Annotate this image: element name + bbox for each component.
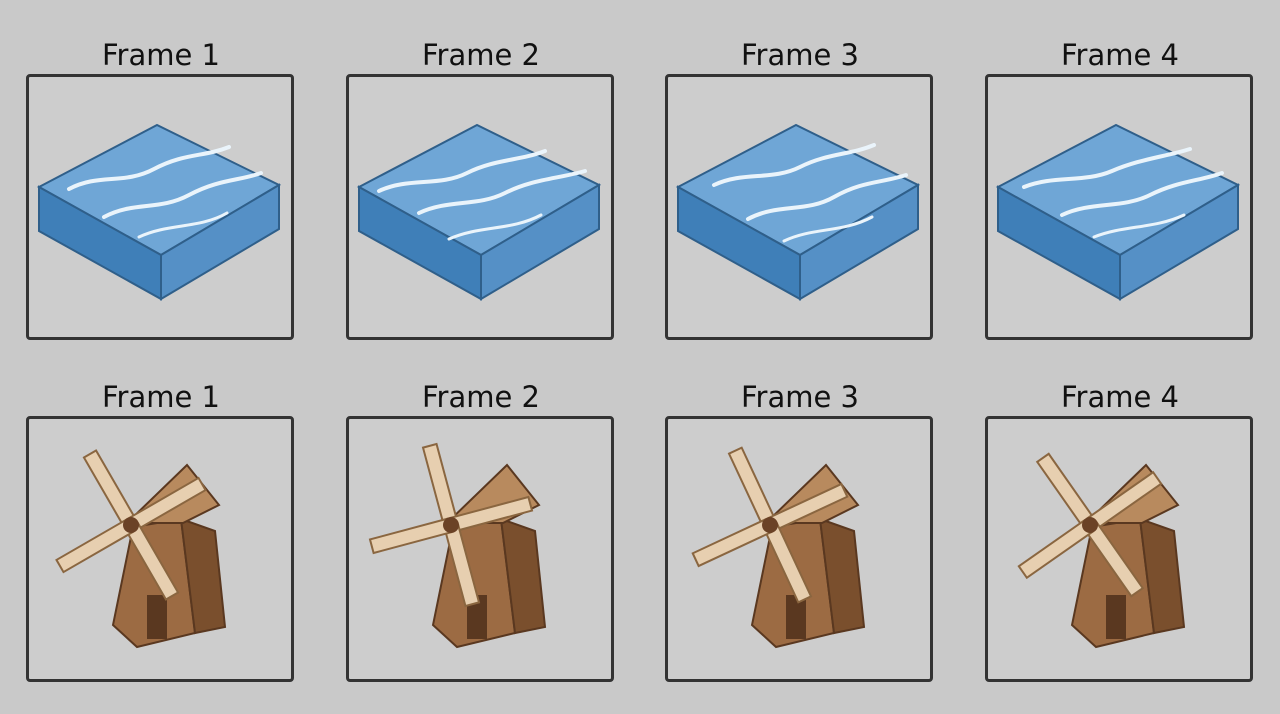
water-frame-1: Frame 1 [26,36,296,346]
frame-label: Frame 2 [421,380,541,414]
water-sprite-box [26,74,294,340]
water-tile-icon [356,123,602,301]
frame-label: Frame 4 [1060,380,1180,414]
windmill-sprite-box [26,416,294,682]
windmill-icon [55,449,227,649]
water-sprite-box [346,74,614,340]
frame-label: Frame 4 [1060,38,1180,72]
water-tile-icon [36,123,282,301]
frame-label: Frame 1 [101,380,221,414]
windmill-icon [691,446,866,649]
windmill-icon [1017,452,1186,649]
water-frame-3: Frame 3 [665,36,935,346]
frame-label: Frame 3 [740,380,860,414]
windmill-frame-1: Frame 1 [26,378,296,688]
frame-label: Frame 3 [740,38,860,72]
windmill-frame-2: Frame 2 [346,378,616,688]
water-tile-icon [675,123,921,301]
water-frame-4: Frame 4 [985,36,1255,346]
water-tile-icon [995,123,1241,301]
sprite-sheet: Frame 1 Frame 2 Frame 3 Frame 4 Frame 1 … [0,0,1280,714]
water-sprite-box [985,74,1253,340]
frame-label: Frame 1 [101,38,221,72]
windmill-sprite-box [346,416,614,682]
windmill-icon [368,442,547,649]
windmill-sprite-box [665,416,933,682]
water-tile-row: Frame 1 Frame 2 Frame 3 Frame 4 [0,36,1280,346]
frame-label: Frame 2 [421,38,541,72]
water-sprite-box [665,74,933,340]
windmill-frame-4: Frame 4 [985,378,1255,688]
water-frame-2: Frame 2 [346,36,616,346]
windmill-frame-3: Frame 3 [665,378,935,688]
windmill-row: Frame 1 Frame 2 Frame 3 Frame 4 [0,378,1280,688]
windmill-sprite-box [985,416,1253,682]
